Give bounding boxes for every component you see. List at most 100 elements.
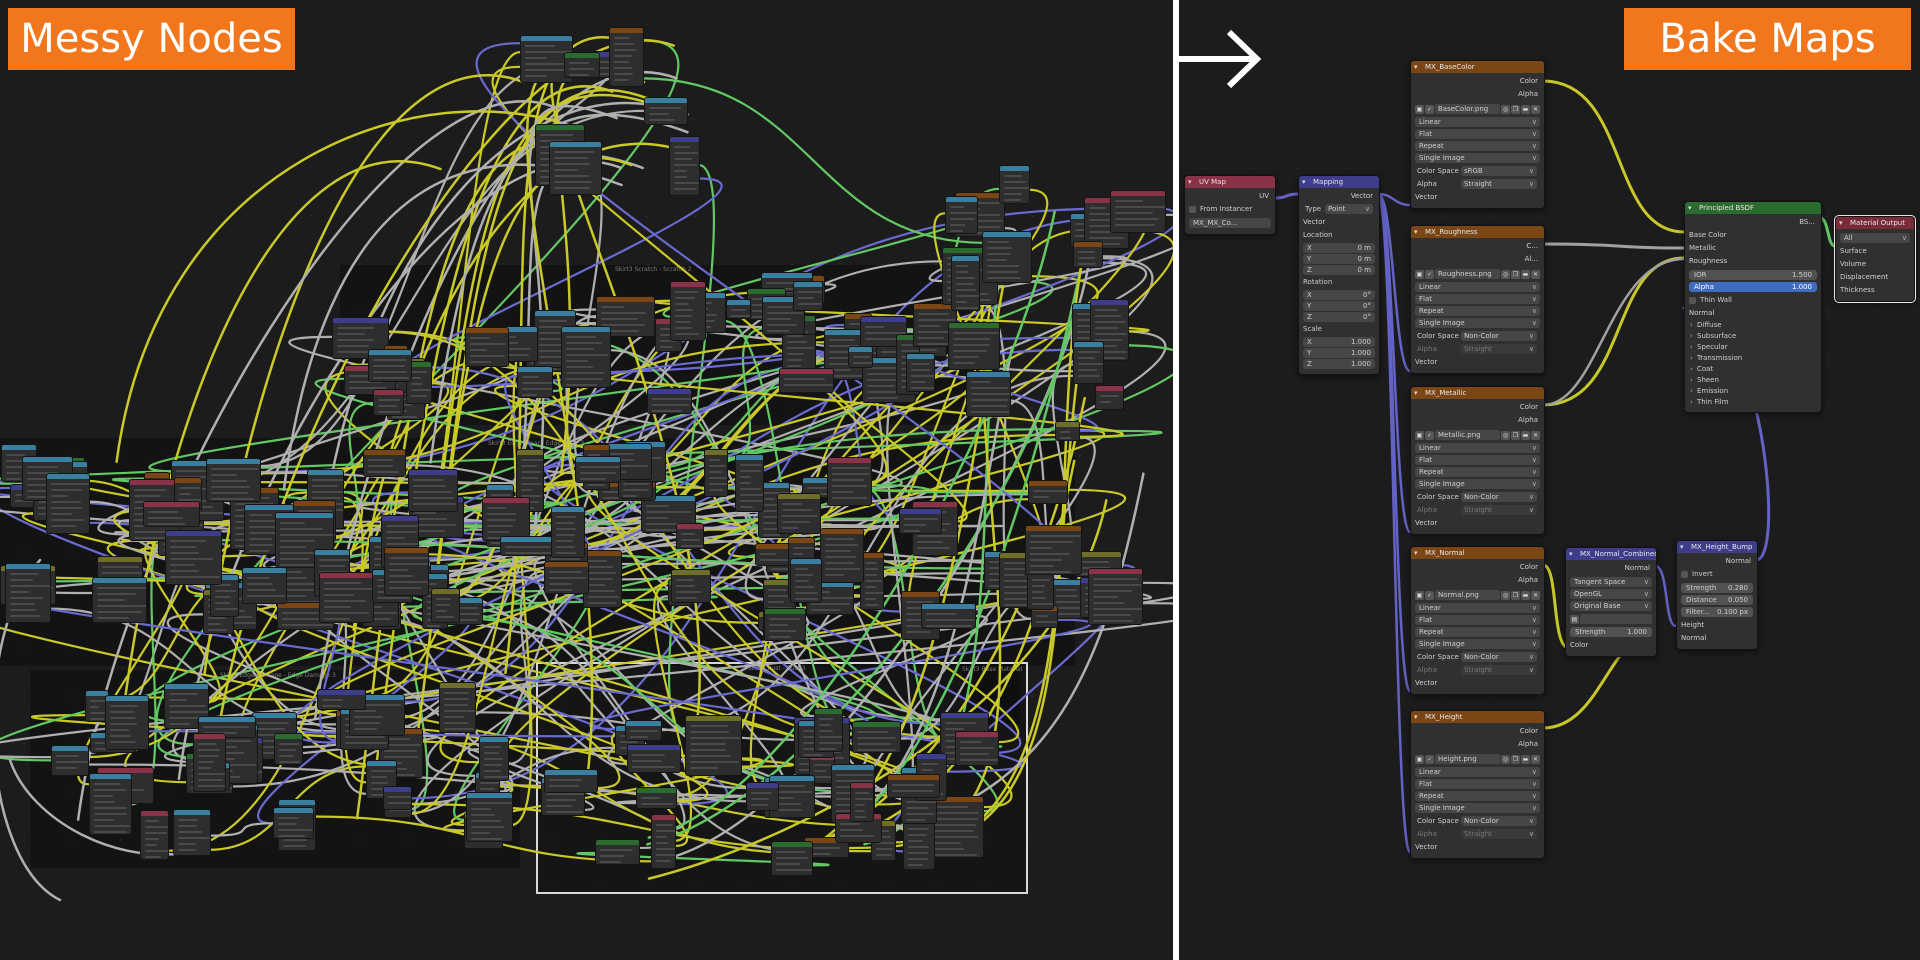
color-space-row[interactable]: Color Space Non-Color: [1415, 491, 1540, 504]
mini-node[interactable]: [363, 449, 406, 477]
image-texture-node[interactable]: MX_Roughness C... Al... ▣✓Roughness.png◎❐▬✕…: [1410, 225, 1545, 374]
mini-node[interactable]: [561, 326, 611, 388]
node-header[interactable]: MX_Height: [1411, 711, 1544, 723]
dropdown-icon[interactable]: ✓: [1425, 430, 1434, 440]
mini-node[interactable]: [945, 196, 978, 234]
dropdown-icon[interactable]: ✓: [1425, 754, 1434, 764]
mini-node[interactable]: [319, 572, 374, 623]
invert-checkbox[interactable]: Invert: [1681, 568, 1753, 581]
dropdown-icon[interactable]: ✓: [1425, 269, 1434, 279]
mini-node[interactable]: [948, 322, 1000, 370]
strength-slider[interactable]: Strength 1.000: [1570, 627, 1652, 637]
mini-node[interactable]: [500, 536, 557, 556]
mini-node[interactable]: [551, 506, 585, 558]
mini-node[interactable]: [852, 721, 901, 753]
material-output-node[interactable]: Material Output All Surface Volume Displ…: [1834, 215, 1916, 303]
alpha-slider[interactable]: Alpha 1.000: [1689, 282, 1817, 292]
mini-node[interactable]: [647, 388, 692, 414]
image-texture-node[interactable]: MX_Height Color Alpha ▣✓Height.png◎❐▬✕ Linea…: [1410, 710, 1545, 859]
uv-selector-row[interactable]: ▤: [1570, 613, 1652, 625]
interpolation-select[interactable]: Linear: [1415, 603, 1540, 613]
rotation-fields[interactable]: X 0° Y 0° Z 0°: [1303, 290, 1375, 322]
mini-node[interactable]: [887, 774, 940, 798]
node-header[interactable]: Material Output: [1836, 217, 1914, 229]
mini-node[interactable]: [1025, 525, 1082, 575]
mapping-type-row[interactable]: Type Point: [1303, 203, 1375, 216]
mini-node[interactable]: [625, 720, 662, 741]
mini-node[interactable]: [755, 543, 791, 566]
ior-slider[interactable]: IOR 1.500: [1689, 270, 1817, 280]
node-header[interactable]: MX_BaseColor: [1411, 61, 1544, 73]
mini-node[interactable]: [51, 745, 89, 776]
convention-select[interactable]: OpenGL: [1570, 589, 1652, 599]
copy-icon[interactable]: ❐: [1511, 754, 1520, 764]
scl-field-z[interactable]: Z 1.000: [1303, 359, 1375, 369]
mini-node[interactable]: [1110, 190, 1166, 233]
color-space-row[interactable]: Color Space Non-Color: [1415, 815, 1540, 828]
color-space-row[interactable]: Color Space Non-Color: [1415, 330, 1540, 343]
scl-field-y[interactable]: Y 1.000: [1303, 348, 1375, 358]
mini-node[interactable]: [735, 454, 764, 512]
extension-select[interactable]: Repeat: [1415, 306, 1540, 316]
mini-node[interactable]: [951, 255, 980, 311]
mini-node[interactable]: [165, 530, 222, 585]
copy-icon[interactable]: ❐: [1511, 430, 1520, 440]
close-icon[interactable]: ✕: [1531, 590, 1540, 600]
mini-node[interactable]: [670, 281, 706, 341]
mini-node[interactable]: [1095, 385, 1124, 410]
mini-node[interactable]: [46, 473, 90, 534]
rot-field-z[interactable]: Z 0°: [1303, 312, 1375, 322]
mini-node[interactable]: [439, 682, 476, 733]
alpha-mode-row[interactable]: Alpha Straight: [1415, 178, 1540, 191]
strength-slider[interactable]: Strength 0.280: [1681, 583, 1753, 593]
mini-node[interactable]: [814, 708, 843, 752]
mini-node[interactable]: [273, 807, 314, 839]
mini-node[interactable]: [955, 731, 999, 766]
image-name-field[interactable]: Roughness.png: [1435, 269, 1500, 279]
bsdf-panel-subsurface[interactable]: Subsurface: [1689, 331, 1817, 342]
mini-node[interactable]: [704, 449, 728, 497]
image-texture-node[interactable]: MX_Metallic Color Alpha ▣✓Metallic.png◎❐▬✕ L…: [1410, 386, 1545, 535]
mini-node[interactable]: [143, 501, 200, 527]
bsdf-panel-thin-film[interactable]: Thin Film: [1689, 397, 1817, 408]
mini-node[interactable]: [373, 389, 404, 416]
copy-icon[interactable]: ❐: [1511, 590, 1520, 600]
node-header[interactable]: Principled BSDF: [1685, 202, 1821, 214]
interpolation-select[interactable]: Linear: [1415, 767, 1540, 777]
image-texture-node[interactable]: MX_BaseColor Color Alpha ▣✓BaseColor.png◎❐▬…: [1410, 60, 1545, 209]
dropdown-icon[interactable]: ✓: [1425, 104, 1434, 114]
image-name-field[interactable]: Metallic.png: [1435, 430, 1500, 440]
image-name-field[interactable]: BaseColor.png: [1435, 104, 1500, 114]
mini-node[interactable]: [676, 523, 704, 549]
source-select[interactable]: Single Image: [1415, 479, 1540, 489]
thin-walled-checkbox[interactable]: Thin Wall: [1689, 294, 1817, 307]
source-select[interactable]: Single Image: [1415, 803, 1540, 813]
image-texture-node[interactable]: MX_Normal Color Alpha ▣✓Normal.png◎❐▬✕ Linea…: [1410, 546, 1545, 695]
mini-node[interactable]: [549, 141, 602, 195]
uv-map-field[interactable]: MX_MX_Co...: [1189, 218, 1271, 228]
interpolation-select[interactable]: Linear: [1415, 117, 1540, 127]
mini-node[interactable]: [408, 469, 458, 512]
mini-node[interactable]: [899, 508, 942, 534]
normal-combined-node[interactable]: MX_Normal_Combined Normal Tangent Space …: [1565, 547, 1657, 657]
rot-field-x[interactable]: X 0°: [1303, 290, 1375, 300]
node-header[interactable]: MX_Metallic: [1411, 387, 1544, 399]
mini-node[interactable]: [1028, 480, 1068, 504]
node-header[interactable]: MX_Roughness: [1411, 226, 1544, 238]
mini-node[interactable]: [644, 97, 688, 125]
mapping-node[interactable]: Mapping Vector TypePoint Vector Location…: [1298, 175, 1380, 375]
mini-node[interactable]: [465, 327, 509, 367]
from-instancer-checkbox[interactable]: From Instancer: [1189, 203, 1271, 216]
mini-node[interactable]: [564, 52, 600, 78]
mini-node[interactable]: [1055, 421, 1080, 441]
image-selector[interactable]: ▣ ✓ Height.png ◎ ❐ ▬ ✕: [1415, 753, 1540, 765]
node-header[interactable]: UV Map: [1185, 176, 1275, 188]
mini-node[interactable]: [726, 299, 751, 319]
mini-node[interactable]: [317, 689, 366, 710]
mini-node[interactable]: [982, 231, 1032, 283]
mini-node[interactable]: [384, 547, 429, 596]
uv-map-node[interactable]: UV Map UV From Instancer MX_MX_Co...: [1184, 175, 1276, 235]
image-selector[interactable]: ▣ ✓ Roughness.png ◎ ❐ ▬ ✕: [1415, 268, 1540, 280]
filter-width-slider[interactable]: Filter... 0.100 px: [1681, 607, 1753, 617]
bsdf-panel-emission[interactable]: Emission: [1689, 386, 1817, 397]
